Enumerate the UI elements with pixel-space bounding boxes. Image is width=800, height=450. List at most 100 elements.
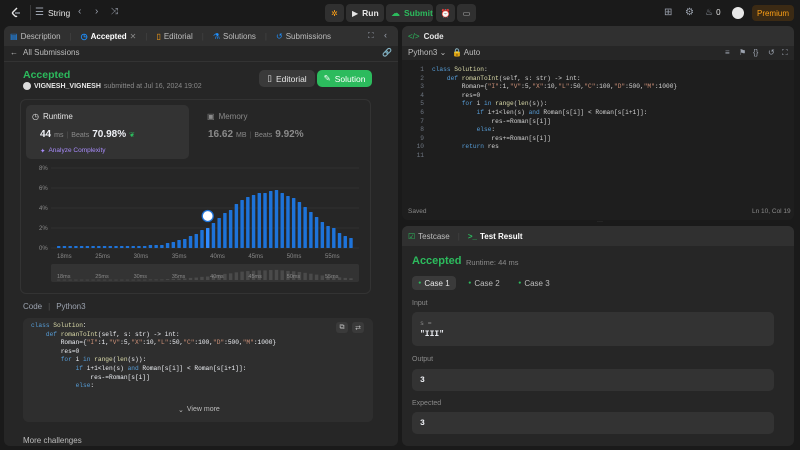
language-select[interactable]: Python3 ⌄ (408, 48, 446, 57)
chart-bar (142, 246, 147, 248)
your-submission-marker (201, 209, 214, 223)
output-box: 3 (412, 369, 774, 391)
notes-button[interactable]: ▭ (457, 4, 476, 22)
code-section-header: Code | Python3 (23, 302, 86, 311)
tab-submissions[interactable]: ↺ Submissions (276, 32, 331, 41)
editorial-button-label: Editorial (275, 73, 307, 84)
runtime-distribution-chart[interactable]: 8% 6% 4% 2% 0% 18ms 25ms 30ms 35ms 40ms 45ms 50ms 55… (21, 160, 371, 292)
chip-icon: ▣ (207, 112, 215, 121)
tab-testcase-label: Testcase (418, 231, 450, 241)
collapse-icon[interactable]: ‹ (384, 30, 387, 40)
case-tab-2[interactable]: ● Case 2 (462, 276, 506, 290)
code-editor[interactable]: class Solution: def romanToInt(self, s: … (432, 66, 677, 161)
back-to-submissions[interactable]: ← All Submissions (10, 48, 79, 57)
chart-bar (269, 191, 273, 248)
alarm-button[interactable]: ⏰ (436, 4, 455, 22)
chart-bar (314, 217, 319, 248)
fullscreen-icon[interactable]: ⛶ (782, 48, 788, 58)
code-line: res=0 (432, 91, 481, 99)
minimap-tick-label: 25ms (95, 274, 109, 280)
chevrons-down-icon: ⌄ (178, 407, 184, 414)
maximize-icon[interactable]: ⛶ (368, 31, 374, 41)
case-tab-1[interactable]: ● Case 1 (412, 276, 456, 290)
tab-solutions[interactable]: ⚗ Solutions (213, 32, 256, 41)
case-3-label: Case 3 (524, 278, 550, 288)
problem-list-label[interactable]: String (48, 8, 70, 18)
format-icon[interactable]: ≡ (725, 48, 730, 57)
next-problem-icon[interactable]: › (95, 6, 98, 17)
copy-icon[interactable]: ⧉ (336, 322, 348, 333)
minimap-bar (200, 276, 204, 280)
x-tick-label: 25ms (95, 254, 110, 260)
prev-problem-icon[interactable]: ‹ (78, 6, 81, 17)
tab-description-label: Description (20, 31, 61, 41)
runtime-card[interactable]: ◷ Runtime 44 ms | Beats 70.98% ❦ ✦ Analyze… (26, 105, 189, 159)
submit-button[interactable]: ☁ Submit (386, 4, 433, 22)
expected-box: 3 (412, 412, 774, 434)
chart-bar (257, 193, 262, 248)
username[interactable]: VIGNESH_VIGNESH (34, 83, 101, 90)
swap-icon[interactable]: ⇄ (352, 322, 364, 333)
tab-editorial[interactable]: ▯ Editorial (156, 32, 192, 41)
code-line: return res (461, 143, 499, 151)
divider (4, 61, 398, 62)
memory-beats-label: Beats (254, 132, 273, 139)
view-more-button[interactable]: ⌄ View more (178, 406, 220, 414)
clock-icon: ◷ (80, 31, 88, 41)
tab-accepted-label: Accepted (90, 31, 127, 41)
layout-grid-icon[interactable]: ⊞ (664, 7, 672, 18)
chart-bar (62, 246, 67, 248)
y-tick-label: 8% (39, 166, 48, 172)
run-button[interactable]: ▶ Run (346, 4, 384, 22)
tab-accepted[interactable]: ◷ Accepted ✕ (81, 32, 137, 41)
case-tab-3[interactable]: ● Case 3 (512, 276, 556, 290)
premium-button[interactable]: Premium (752, 5, 794, 21)
share-link-icon[interactable]: 🔗 (382, 48, 392, 57)
avatar[interactable] (732, 7, 744, 19)
solution-button[interactable]: ✎ Solution (317, 70, 372, 87)
memory-header[interactable]: ▣ Memory (207, 112, 247, 121)
chart-bar (183, 239, 187, 248)
tab-testcase[interactable]: ☑ Testcase (408, 232, 450, 241)
chart-bar (160, 245, 164, 248)
tab-description[interactable]: ▤ Description (10, 32, 61, 41)
problem-list-icon[interactable]: ☰ (35, 7, 44, 18)
chart-bar (131, 246, 135, 248)
chart-bar (303, 207, 307, 248)
bookmark-icon[interactable]: ⚑ (739, 48, 746, 57)
chart-bar (154, 245, 158, 248)
code-line: res-=Roman[s[i]] (432, 117, 551, 125)
chart-bar (200, 230, 204, 248)
x-tick-label: 35ms (172, 254, 187, 260)
checkbox-icon: ☑ (408, 231, 416, 241)
debug-button[interactable]: ✲ (325, 4, 344, 22)
line-number: 6 (420, 108, 424, 116)
y-tick-label: 0% (39, 246, 48, 252)
top-bar: ☰ String ‹ › ⤨ ✲ ▶ Run ☁ Submit ⏰ ▭ ⊞ ⚙ … (0, 0, 800, 26)
minimap-bar (148, 279, 153, 281)
chart-bar (320, 222, 325, 248)
shuffle-icon[interactable]: ⤨ (111, 6, 118, 17)
chart-bar (234, 204, 239, 248)
more-challenges-heading: More challenges (23, 436, 82, 445)
tab-test-result[interactable]: >_ Test Result (468, 232, 523, 241)
close-tab-icon[interactable]: ✕ (130, 32, 137, 41)
chart-bar (177, 240, 181, 248)
reset-icon[interactable]: ↺ (768, 48, 775, 57)
streak-counter[interactable]: ♨ 0 (705, 7, 721, 18)
resize-handle[interactable]: ··· (585, 219, 615, 225)
settings-gear-icon[interactable]: ⚙ (685, 7, 694, 18)
cloud-upload-icon: ☁ (391, 7, 400, 18)
leetcode-logo-icon[interactable] (10, 7, 22, 19)
analyze-complexity-link[interactable]: ✦ Analyze Complexity (40, 147, 106, 155)
auto-label: Auto (463, 48, 481, 57)
user-avatar[interactable] (23, 82, 31, 90)
flask-icon: ⚗ (212, 31, 220, 41)
tab-solutions-label: Solutions (223, 31, 256, 41)
chart-bar (217, 218, 221, 248)
editorial-button[interactable]: ▯ Editorial (259, 70, 315, 87)
auto-mode-toggle[interactable]: 🔒 Auto (452, 48, 480, 57)
braces-icon[interactable]: {} (753, 48, 758, 57)
y-tick-label: 4% (39, 206, 48, 212)
code-tab-label[interactable]: Code (424, 32, 444, 41)
